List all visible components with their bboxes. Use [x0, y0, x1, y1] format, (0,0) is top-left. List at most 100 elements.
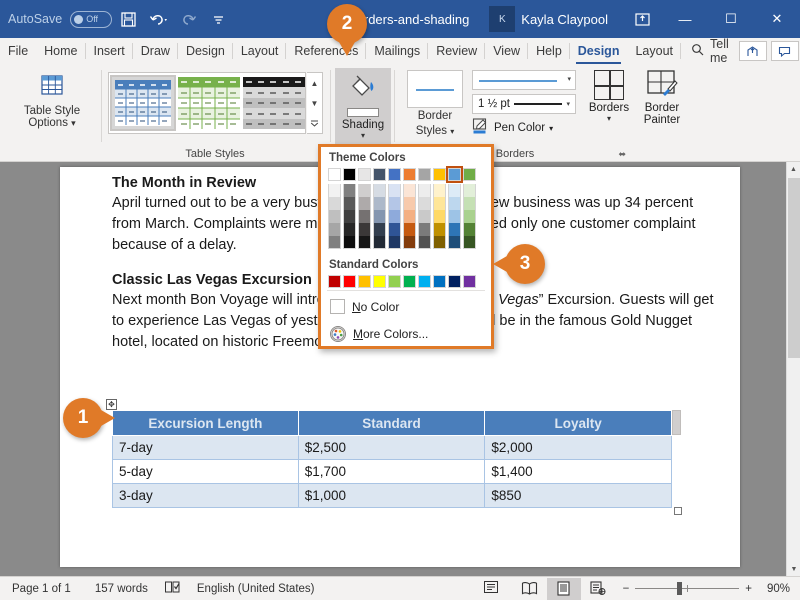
chevron-down-icon[interactable]: ▾	[335, 131, 391, 140]
no-color-item[interactable]: NNo Coloro Color	[321, 293, 491, 320]
swatch-black-2[interactable]	[343, 197, 356, 210]
standard-swatch-purple[interactable]	[463, 275, 476, 288]
swatch-blue-3[interactable]	[388, 210, 401, 223]
swatch-gold-0[interactable]	[433, 168, 446, 181]
border-painter-button[interactable]: Border Painter	[636, 68, 688, 126]
swatch-orange-0[interactable]	[403, 168, 416, 181]
swatch-gray-1[interactable]	[418, 184, 431, 197]
standard-swatch-dark-red[interactable]	[328, 275, 341, 288]
customize-quick-access-icon[interactable]	[204, 5, 232, 33]
swatch-dark-blue-gray-3[interactable]	[373, 210, 386, 223]
swatch-white-2[interactable]	[328, 197, 341, 210]
table-row[interactable]: 7-day $2,500 $2,000	[112, 435, 672, 460]
borders-dialog-launcher[interactable]: ⬌	[618, 149, 626, 160]
standard-swatch-orange[interactable]	[358, 275, 371, 288]
swatch-gray-0[interactable]	[418, 168, 431, 181]
line-weight-dropdown[interactable]: 1 ½ pt ▾	[472, 94, 576, 114]
tell-me-search[interactable]: Tell me	[681, 37, 739, 65]
swatch-black-0[interactable]	[343, 168, 356, 181]
minimize-button[interactable]: —	[662, 0, 708, 38]
standard-colors-grid[interactable]	[321, 275, 491, 288]
swatch-orange-1[interactable]	[403, 184, 416, 197]
scroll-up-icon[interactable]: ▲	[787, 162, 800, 176]
scroll-down-icon[interactable]: ▼	[307, 93, 322, 113]
share-icon[interactable]	[738, 41, 767, 61]
tab-view[interactable]: View	[485, 38, 528, 64]
swatch-light-blue-2[interactable]	[448, 197, 461, 210]
swatch-dark-blue-gray-5[interactable]	[373, 236, 386, 249]
swatch-white-4[interactable]	[328, 223, 341, 236]
undo-icon[interactable]	[144, 5, 172, 33]
borders-button[interactable]: Borders ▾	[584, 68, 634, 123]
accessibility-checker-icon[interactable]	[469, 580, 513, 597]
tab-mailings[interactable]: Mailings	[366, 38, 429, 64]
vertical-scrollbar[interactable]: ▲ ▼	[786, 162, 800, 576]
word-count[interactable]: 157 words	[83, 583, 160, 595]
swatch-black-1[interactable]	[343, 184, 356, 197]
read-mode-icon[interactable]	[513, 578, 547, 600]
swatch-gray-2[interactable]	[418, 197, 431, 210]
standard-swatch-green[interactable]	[403, 275, 416, 288]
swatch-green-2[interactable]	[463, 197, 476, 210]
swatch-light-blue-1[interactable]	[448, 184, 461, 197]
autosave-toggle[interactable]: Off	[70, 10, 113, 28]
ribbon-display-options-icon[interactable]	[622, 0, 662, 38]
swatch-light-gray-5[interactable]	[358, 236, 371, 249]
line-style-dropdown[interactable]: ▾	[472, 70, 576, 90]
standard-swatch-red[interactable]	[343, 275, 356, 288]
tab-home[interactable]: Home	[36, 38, 86, 64]
swatch-dark-blue-gray-4[interactable]	[373, 223, 386, 236]
swatch-white-1[interactable]	[328, 184, 341, 197]
scrollbar-thumb[interactable]	[788, 178, 800, 358]
tab-table-design[interactable]: Design	[570, 38, 628, 64]
swatch-light-blue-0[interactable]	[446, 166, 463, 183]
zoom-slider[interactable]: − +	[615, 582, 760, 595]
swatch-white-3[interactable]	[328, 210, 341, 223]
swatch-blue-4[interactable]	[388, 223, 401, 236]
swatch-green-1[interactable]	[463, 184, 476, 197]
comments-icon[interactable]	[770, 41, 799, 61]
table-move-handle-icon[interactable]: ✥	[106, 399, 117, 410]
more-table-styles-icon[interactable]	[307, 113, 322, 133]
swatch-black-3[interactable]	[343, 210, 356, 223]
swatch-white-0[interactable]	[328, 168, 341, 181]
avatar[interactable]: K	[489, 6, 516, 32]
zoom-track[interactable]	[635, 582, 740, 595]
swatch-light-blue-5[interactable]	[448, 236, 461, 249]
table-styles-scroller[interactable]: ▲ ▼	[307, 72, 323, 134]
table-style-green[interactable]	[177, 77, 240, 129]
zoom-thumb[interactable]	[677, 582, 683, 595]
zoom-in-button[interactable]: +	[745, 583, 752, 595]
swatch-green-5[interactable]	[463, 236, 476, 249]
swatch-light-blue-3[interactable]	[448, 210, 461, 223]
scroll-up-icon[interactable]: ▲	[307, 73, 322, 93]
standard-swatch-light-blue[interactable]	[418, 275, 431, 288]
web-layout-icon[interactable]	[581, 578, 615, 600]
standard-swatch-light-green[interactable]	[388, 275, 401, 288]
table-resize-handle-icon[interactable]	[674, 507, 682, 515]
standard-swatch-yellow[interactable]	[373, 275, 386, 288]
save-icon[interactable]	[114, 5, 142, 33]
tab-help[interactable]: Help	[528, 38, 570, 64]
border-styles-button[interactable]: Border Styles ▾	[404, 70, 466, 138]
swatch-orange-4[interactable]	[403, 223, 416, 236]
close-button[interactable]: ✕	[754, 0, 800, 38]
swatch-orange-3[interactable]	[403, 210, 416, 223]
pricing-table[interactable]: Excursion Length Standard Loyalty 7-day …	[112, 410, 672, 508]
swatch-blue-1[interactable]	[388, 184, 401, 197]
swatch-blue-5[interactable]	[388, 236, 401, 249]
tab-layout[interactable]: Layout	[233, 38, 287, 64]
swatch-dark-blue-gray-0[interactable]	[373, 168, 386, 181]
table-style-blue[interactable]	[110, 75, 176, 131]
pen-color-button[interactable]: Pen Color ▾	[472, 118, 553, 138]
redo-icon[interactable]	[174, 5, 202, 33]
swatch-gray-5[interactable]	[418, 236, 431, 249]
tab-file[interactable]: File	[0, 38, 36, 64]
table-row[interactable]: 3-day $1,000 $850	[112, 483, 672, 508]
tab-insert[interactable]: Insert	[86, 38, 134, 64]
swatch-gray-3[interactable]	[418, 210, 431, 223]
theme-colors-grid[interactable]	[321, 166, 491, 249]
swatch-light-gray-2[interactable]	[358, 197, 371, 210]
tab-design[interactable]: Design	[178, 38, 233, 64]
more-colors-item[interactable]: More Colors...	[321, 320, 491, 348]
